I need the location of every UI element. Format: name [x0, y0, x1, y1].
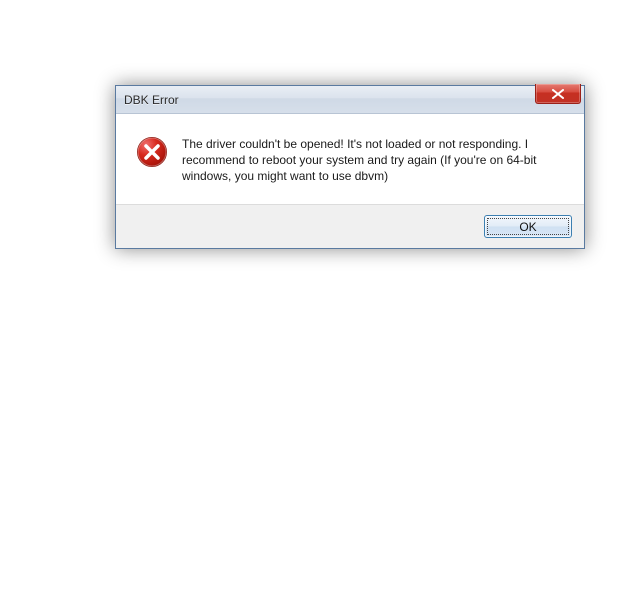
titlebar[interactable]: DBK Error [116, 86, 584, 114]
error-icon [136, 136, 168, 168]
dialog-title: DBK Error [124, 93, 179, 107]
close-icon [552, 89, 564, 99]
close-button[interactable] [535, 84, 581, 104]
dialog-message: The driver couldn't be opened! It's not … [182, 136, 564, 186]
dialog-button-row: OK [116, 204, 584, 248]
ok-button[interactable]: OK [484, 215, 572, 238]
dialog-content: The driver couldn't be opened! It's not … [116, 114, 584, 204]
error-dialog: DBK Error The driver couldn [115, 85, 585, 249]
